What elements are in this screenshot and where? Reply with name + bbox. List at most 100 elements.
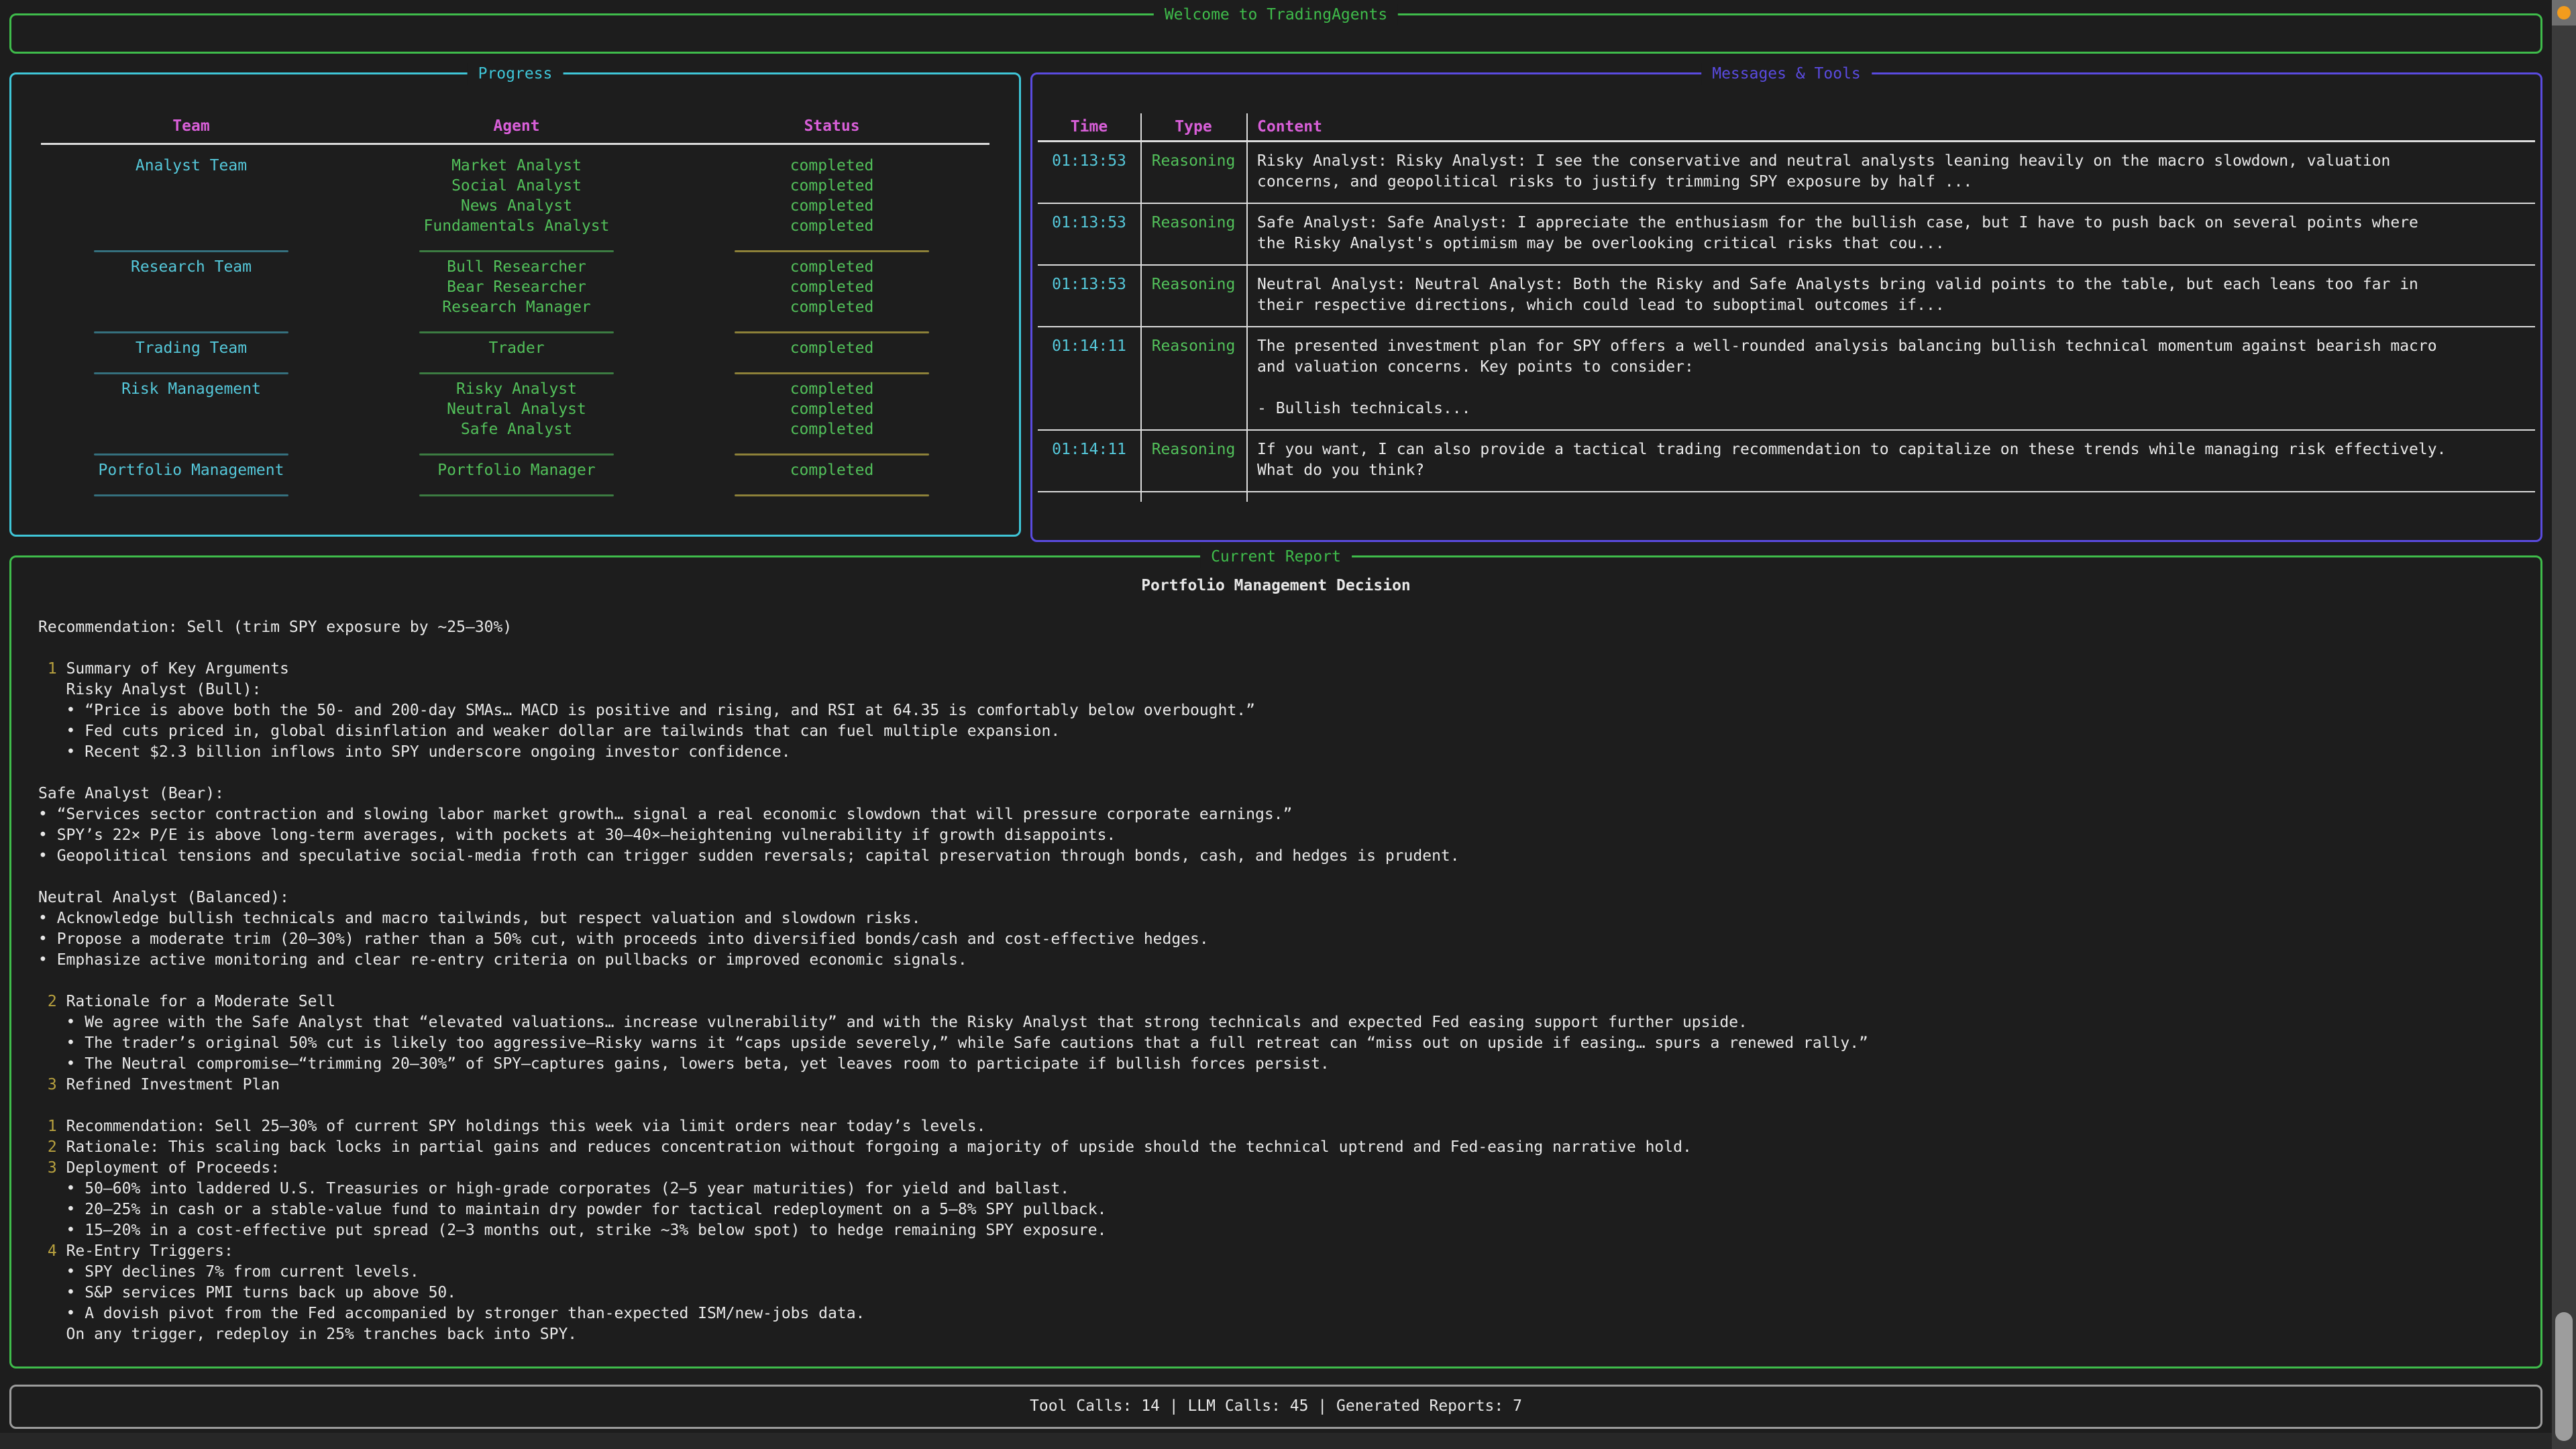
column-separator-line: [1140, 113, 1142, 502]
agent-name: Risky Analyst: [359, 379, 674, 399]
group-separator-line: [735, 494, 929, 496]
group-separator-line: [419, 494, 614, 496]
separator-cell: [23, 322, 359, 333]
separator-cell: [359, 363, 674, 374]
message-time: 01:13:53: [1038, 204, 1140, 264]
status-value: completed: [674, 176, 989, 196]
messages-column-header: Content: [1246, 113, 2535, 140]
scrollbar-thumb[interactable]: [2555, 1312, 2573, 1441]
message-row: 01:13:53ReasoningNeutral Analyst: Neutra…: [1038, 266, 2535, 326]
agent-name: Trader: [359, 338, 674, 358]
agent-name: Fundamentals Analyst: [359, 216, 674, 236]
progress-panel: Progress TeamAgentStatus Analyst TeamMar…: [9, 72, 1021, 537]
status-cell: completedcompletedcompletedcompleted: [674, 156, 989, 236]
separator-cell: [23, 444, 359, 455]
report-line: • 15–20% in a cost-effective put spread …: [38, 1220, 2514, 1241]
team-name: Trading Team: [23, 338, 359, 358]
status-cell: completedcompletedcompleted: [674, 257, 989, 317]
progress-panel-title: Progress: [468, 63, 564, 85]
report-line: [38, 763, 2514, 784]
report-panel-title: Current Report: [1200, 546, 1352, 568]
status-value: completed: [674, 277, 989, 297]
group-separator-line: [735, 331, 929, 333]
status-cell: completed: [674, 338, 989, 358]
message-row: 01:14:11ReasoningIf you want, I can also…: [1038, 431, 2535, 491]
report-list-number: 1: [48, 1118, 57, 1135]
agent-cell: Trader: [359, 338, 674, 358]
message-content: Neutral Analyst: Neutral Analyst: Both t…: [1246, 266, 2453, 326]
report-line: [38, 971, 2514, 991]
group-separator-line: [94, 250, 288, 252]
group-separator-line: [94, 331, 288, 333]
separator-cell: [359, 485, 674, 496]
messages-column-header: Time: [1038, 113, 1140, 140]
messages-table: TimeTypeContent 01:13:53ReasoningRisky A…: [1038, 113, 2535, 530]
agent-name: Market Analyst: [359, 156, 674, 176]
report-line: [38, 867, 2514, 888]
welcome-title: Welcome to TradingAgents: [1154, 4, 1398, 25]
message-time: 01:14:11: [1038, 327, 1140, 429]
group-separator-line: [94, 494, 288, 496]
agent-cell: Portfolio Manager: [359, 460, 674, 480]
scrollbar-track[interactable]: [2552, 0, 2576, 1449]
group-separator-line: [419, 372, 614, 374]
progress-column-header: Team: [23, 113, 359, 139]
separator-cell: [674, 363, 989, 374]
report-line: On any trigger, redeploy in 25% tranches…: [38, 1324, 2514, 1345]
report-line: • SPY declines 7% from current levels.: [38, 1262, 2514, 1283]
separator-cell: [23, 485, 359, 496]
report-line: • Emphasize active monitoring and clear …: [38, 950, 2514, 971]
status-value: completed: [674, 338, 989, 358]
scroll-button[interactable]: [2552, 0, 2576, 25]
progress-group-separator-row: [11, 236, 1019, 257]
agent-name: Social Analyst: [359, 176, 674, 196]
report-line: 3 Deployment of Proceeds:: [38, 1158, 2514, 1179]
status-cell: completed: [674, 460, 989, 480]
messages-panel-title: Messages & Tools: [1701, 63, 1872, 85]
group-separator-line: [735, 372, 929, 374]
progress-group-row: Portfolio ManagementPortfolio Managercom…: [11, 460, 1019, 480]
team-name: Risk Management: [23, 379, 359, 439]
status-value: completed: [674, 399, 989, 419]
agent-name: Research Manager: [359, 297, 674, 317]
window-bottom-edge: [0, 1433, 2552, 1449]
separator-cell: [674, 241, 989, 252]
progress-group-row: Analyst TeamMarket AnalystSocial Analyst…: [11, 156, 1019, 236]
progress-group-separator-row: [11, 358, 1019, 379]
group-separator-line: [94, 453, 288, 455]
status-value: completed: [674, 156, 989, 176]
message-content: Risky Analyst: Risky Analyst: I see the …: [1246, 142, 2453, 203]
message-type: Reasoning: [1140, 431, 1246, 491]
report-line: • SPY’s 22× P/E is above long-term avera…: [38, 825, 2514, 846]
progress-group-separator-row: [11, 317, 1019, 338]
report-line: Safe Analyst (Bear):: [38, 784, 2514, 804]
group-separator-line: [419, 331, 614, 333]
message-content: Safe Analyst: Safe Analyst: I appreciate…: [1246, 204, 2453, 264]
report-line: [38, 596, 2514, 617]
separator-cell: [359, 241, 674, 252]
column-separator-line: [1246, 113, 1248, 502]
separator-cell: [23, 241, 359, 252]
message-row: 01:13:53ReasoningRisky Analyst: Risky An…: [1038, 142, 2535, 203]
separator-cell: [674, 485, 989, 496]
messages-panel: Messages & Tools TimeTypeContent 01:13:5…: [1030, 72, 2542, 542]
report-line: • “Services sector contraction and slowi…: [38, 804, 2514, 825]
report-line: Risky Analyst (Bull):: [38, 680, 2514, 700]
message-time: 01:14:11: [1038, 431, 1140, 491]
message-type: Reasoning: [1140, 142, 1246, 203]
status-value: completed: [674, 379, 989, 399]
group-separator-line: [735, 250, 929, 252]
report-heading: Portfolio Management Decision: [38, 576, 2514, 596]
status-value: completed: [674, 257, 989, 277]
message-type: Reasoning: [1140, 266, 1246, 326]
message-time: 01:13:53: [1038, 142, 1140, 203]
message-type: Reasoning: [1140, 204, 1246, 264]
separator-cell: [359, 322, 674, 333]
message-row: 01:13:53ReasoningSafe Analyst: Safe Anal…: [1038, 204, 2535, 264]
report-line: • We agree with the Safe Analyst that “e…: [38, 1012, 2514, 1033]
message-content: If you want, I can also provide a tactic…: [1246, 431, 2453, 491]
report-line: 2 Rationale: This scaling back locks in …: [38, 1137, 2514, 1158]
progress-header-separator: [41, 143, 989, 145]
report-line: • A dovish pivot from the Fed accompanie…: [38, 1303, 2514, 1324]
footer-stats: Tool Calls: 14 | LLM Calls: 45 | Generat…: [11, 1387, 2540, 1426]
